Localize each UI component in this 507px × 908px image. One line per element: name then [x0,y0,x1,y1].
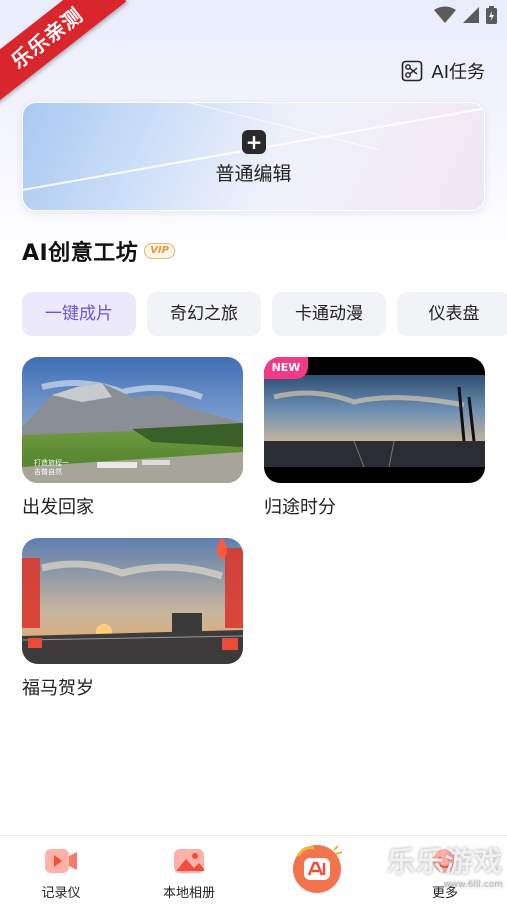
tab-fantasy[interactable]: 奇幻之旅 [147,292,261,336]
template-label: 归途时分 [264,497,336,518]
template-label: 福马贺岁 [22,678,94,699]
wifi-icon [434,6,456,23]
nav-item-recorder[interactable]: 记录仪 [16,846,106,901]
signal-icon [463,7,479,23]
corner-watermark: 乐乐游戏 www.6lll.com [387,840,503,890]
ai-task-label: AI任务 [431,62,485,83]
nav-label: 记录仪 [41,886,81,901]
vip-badge: VIP [144,243,176,259]
ai-task-button[interactable]: AI任务 [401,58,485,84]
battery-icon [486,6,497,24]
status-bar [434,6,497,24]
nav-item-gallery[interactable]: 本地相册 [144,846,234,901]
normal-edit-label: 普通编辑 [215,163,292,185]
nav-label: 本地相册 [162,886,215,901]
template-card[interactable]: NEW 归途时分 [264,357,485,519]
plus-icon: + [242,130,266,154]
corner-watermark-url: www.6lll.com [443,880,503,890]
section-title-text: AI创意工坊 [22,241,139,266]
tab-cartoon[interactable]: 卡通动漫 [272,292,386,336]
ai-center-icon [293,845,343,893]
scissors-icon [402,60,423,82]
section-title: AI创意工坊 VIP [22,235,176,267]
normal-edit-card[interactable] [22,102,485,211]
svg-text:吉普自然: 吉普自然 [34,467,62,476]
nav-item-ai-center[interactable] [272,842,362,900]
template-thumbnail-sunset-festive [22,538,243,664]
gallery-icon [174,849,204,873]
category-tabs: 一键成片 奇幻之旅 卡通动漫 仪表盘 [22,292,507,336]
corner-watermark-text: 乐乐游戏 [386,845,503,878]
template-thumbnail-road-dusk: NEW [264,357,485,483]
tab-dashboard[interactable]: 仪表盘 [397,292,507,336]
video-camera-icon [45,849,77,873]
template-card[interactable]: 打造旅程一 吉普自然 出发回家 [22,357,243,519]
svg-text:打造旅程一: 打造旅程一 [34,458,69,467]
tab-one-click[interactable]: 一键成片 [22,292,136,336]
template-label: 出发回家 [22,497,94,518]
template-card[interactable]: 福马贺岁 [22,538,243,700]
template-thumbnail-mountain: 打造旅程一 吉普自然 [22,357,243,483]
new-badge: NEW [264,357,308,379]
